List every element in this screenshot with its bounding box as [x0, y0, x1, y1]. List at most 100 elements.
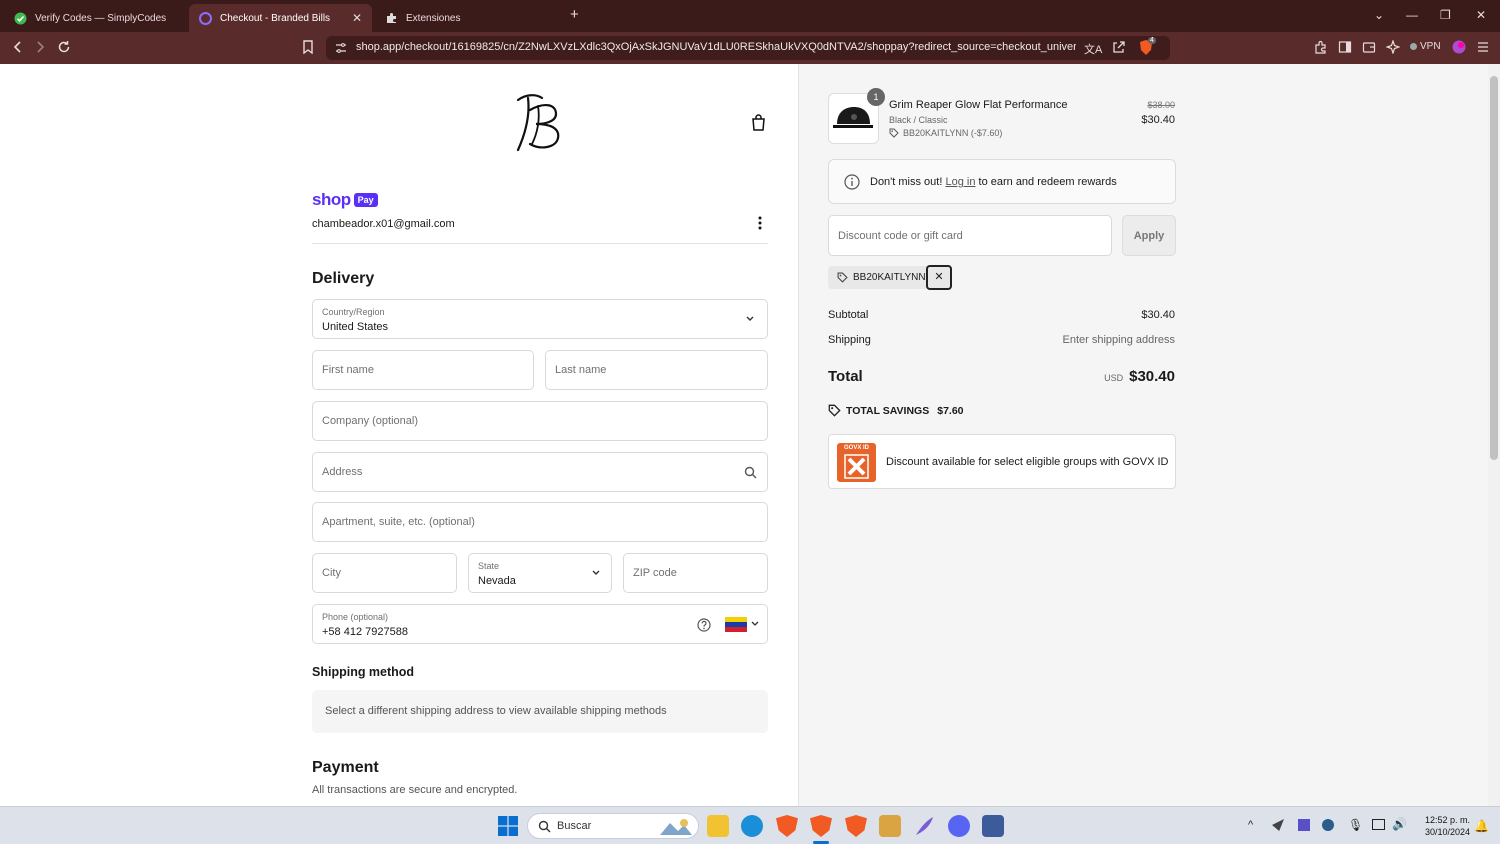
- calculator-icon[interactable]: [982, 815, 1004, 837]
- shop-brand: shop: [312, 190, 351, 209]
- network-icon[interactable]: [1372, 819, 1385, 830]
- help-icon[interactable]: [697, 618, 711, 632]
- volume-icon[interactable]: 🔊: [1392, 817, 1407, 831]
- company-input[interactable]: Company (optional): [312, 401, 768, 441]
- quill-icon[interactable]: [913, 815, 935, 837]
- clock[interactable]: 12:52 p. m. 30/10/2024: [1412, 814, 1470, 838]
- menu-icon[interactable]: [1476, 40, 1490, 54]
- notification-bell-icon[interactable]: 🔔: [1474, 819, 1489, 833]
- address-input[interactable]: Address: [312, 452, 768, 492]
- tray-chevron-icon[interactable]: ^: [1248, 819, 1253, 831]
- windows-start-icon[interactable]: [498, 816, 518, 836]
- chevron-down-icon: [591, 569, 601, 577]
- new-tab-icon[interactable]: +: [570, 6, 579, 23]
- apply-button[interactable]: Apply: [1122, 215, 1176, 256]
- search-icon: [538, 820, 551, 833]
- scrollbar-thumb[interactable]: [1490, 76, 1498, 460]
- minimize-icon[interactable]: —: [1406, 8, 1418, 22]
- shop-icon: [199, 11, 212, 25]
- shipping-method-notice: Select a different shipping address to v…: [312, 690, 768, 733]
- venezuela-flag-icon[interactable]: [725, 617, 747, 632]
- savings-value: $7.60: [937, 404, 964, 417]
- tab-checkout[interactable]: Checkout - Branded Bills ✕: [189, 4, 372, 32]
- brave-icon[interactable]: [776, 815, 798, 837]
- site-info-icon[interactable]: [335, 42, 347, 54]
- back-icon[interactable]: [12, 40, 24, 54]
- state-select[interactable]: State Nevada: [468, 553, 612, 593]
- leo-ai-icon[interactable]: [1386, 40, 1400, 54]
- tray-teams-icon[interactable]: [1298, 819, 1310, 831]
- microphone-icon[interactable]: 🎙: [1348, 818, 1363, 832]
- product-discount: BB20KAITLYNN (-$7.60): [889, 128, 1002, 138]
- vpn-label: VPN: [1420, 41, 1441, 52]
- country-value: United States: [322, 321, 389, 333]
- address-bar[interactable]: shop.app/checkout/16169825/cn/Z2NwLXVzLX…: [326, 36, 1170, 60]
- info-icon: [844, 174, 860, 190]
- taskbar-search[interactable]: Buscar: [527, 813, 699, 839]
- page-content: shop Pay chambeador.x01@gmail.com Delive…: [0, 64, 1500, 806]
- last-name-input[interactable]: Last name: [545, 350, 768, 390]
- tab-label: Checkout - Branded Bills: [220, 12, 331, 24]
- total-amount: USD $30.40: [1104, 368, 1175, 385]
- share-icon[interactable]: [1112, 41, 1125, 54]
- file-explorer-icon[interactable]: [707, 815, 729, 837]
- brave-profile-icon[interactable]: [810, 815, 832, 837]
- tray-steam-icon[interactable]: [1322, 819, 1334, 831]
- phone-input[interactable]: Phone (optional) +58 412 7927588: [312, 604, 768, 644]
- tab-extensiones[interactable]: Extensiones: [376, 4, 562, 32]
- chevron-down-icon[interactable]: [751, 621, 759, 627]
- login-link[interactable]: Log in: [945, 176, 975, 188]
- subtotal-value: $30.40: [1141, 309, 1175, 321]
- brave-beta-icon[interactable]: [845, 815, 867, 837]
- tab-verify-codes[interactable]: Verify Codes — SimplyCodes: [4, 4, 186, 32]
- state-label: State: [478, 561, 500, 571]
- extensions-icon[interactable]: [1314, 40, 1328, 54]
- phone-label: Phone (optional): [322, 612, 389, 622]
- reload-icon[interactable]: [57, 40, 71, 54]
- rewards-banner: Don't miss out! Log in to earn and redee…: [828, 159, 1176, 204]
- subtotal-label: Subtotal: [828, 309, 869, 321]
- state-value: Nevada: [478, 575, 516, 587]
- search-highlight-icon: [658, 817, 694, 837]
- restore-icon[interactable]: ❐: [1440, 8, 1451, 22]
- profile-avatar[interactable]: [1452, 40, 1466, 54]
- files-app-icon[interactable]: [879, 815, 901, 837]
- zip-input[interactable]: ZIP code: [623, 553, 768, 593]
- discount-code-input[interactable]: Discount code or gift card: [828, 215, 1112, 256]
- discord-icon[interactable]: [948, 815, 970, 837]
- bookmark-icon[interactable]: [302, 40, 314, 54]
- delivery-heading: Delivery: [312, 270, 375, 287]
- quantity-badge: 1: [867, 88, 885, 106]
- time: 12:52 p. m.: [1424, 815, 1470, 825]
- city-input[interactable]: City: [312, 553, 457, 593]
- account-email: chambeador.x01@gmail.com: [312, 218, 455, 230]
- shopping-bag-icon[interactable]: [751, 114, 766, 131]
- edge-icon[interactable]: [741, 815, 763, 837]
- total-savings: TOTAL SAVINGS $7.60: [828, 404, 964, 417]
- govx-banner[interactable]: GOVX ID Discount available for select el…: [828, 434, 1176, 489]
- phone-value: +58 412 7927588: [322, 626, 408, 638]
- close-tab-icon[interactable]: ✕: [352, 11, 362, 25]
- govx-logo: GOVX ID: [837, 443, 876, 482]
- date: 30/10/2024: [1424, 827, 1470, 837]
- tab-label: Extensiones: [406, 12, 461, 24]
- shipping-method-text: Select a different shipping address to v…: [325, 705, 667, 717]
- sidebar-icon[interactable]: [1338, 40, 1352, 54]
- first-name-input[interactable]: First name: [312, 350, 534, 390]
- chevron-down-icon[interactable]: ⌄: [1374, 8, 1384, 22]
- forward-icon[interactable]: [34, 40, 46, 54]
- wallet-icon[interactable]: [1362, 40, 1376, 54]
- more-options-icon[interactable]: [756, 216, 764, 230]
- vpn-button[interactable]: VPN: [1410, 41, 1441, 52]
- country-select[interactable]: Country/Region United States: [312, 299, 768, 339]
- vpn-status-icon: [1410, 43, 1417, 50]
- translate-icon[interactable]: 文A: [1084, 41, 1102, 57]
- remove-discount-icon[interactable]: ✕: [926, 265, 952, 290]
- original-price: $38.00: [1147, 100, 1175, 110]
- product-name: Grim Reaper Glow Flat Performance: [889, 99, 1068, 111]
- branded-bills-logo[interactable]: [514, 92, 566, 154]
- close-window-icon[interactable]: ✕: [1476, 8, 1486, 22]
- browser-tab-bar: Verify Codes — SimplyCodes Checkout - Br…: [0, 0, 1500, 32]
- tray-app-icon[interactable]: [1272, 819, 1284, 831]
- apartment-input[interactable]: Apartment, suite, etc. (optional): [312, 502, 768, 542]
